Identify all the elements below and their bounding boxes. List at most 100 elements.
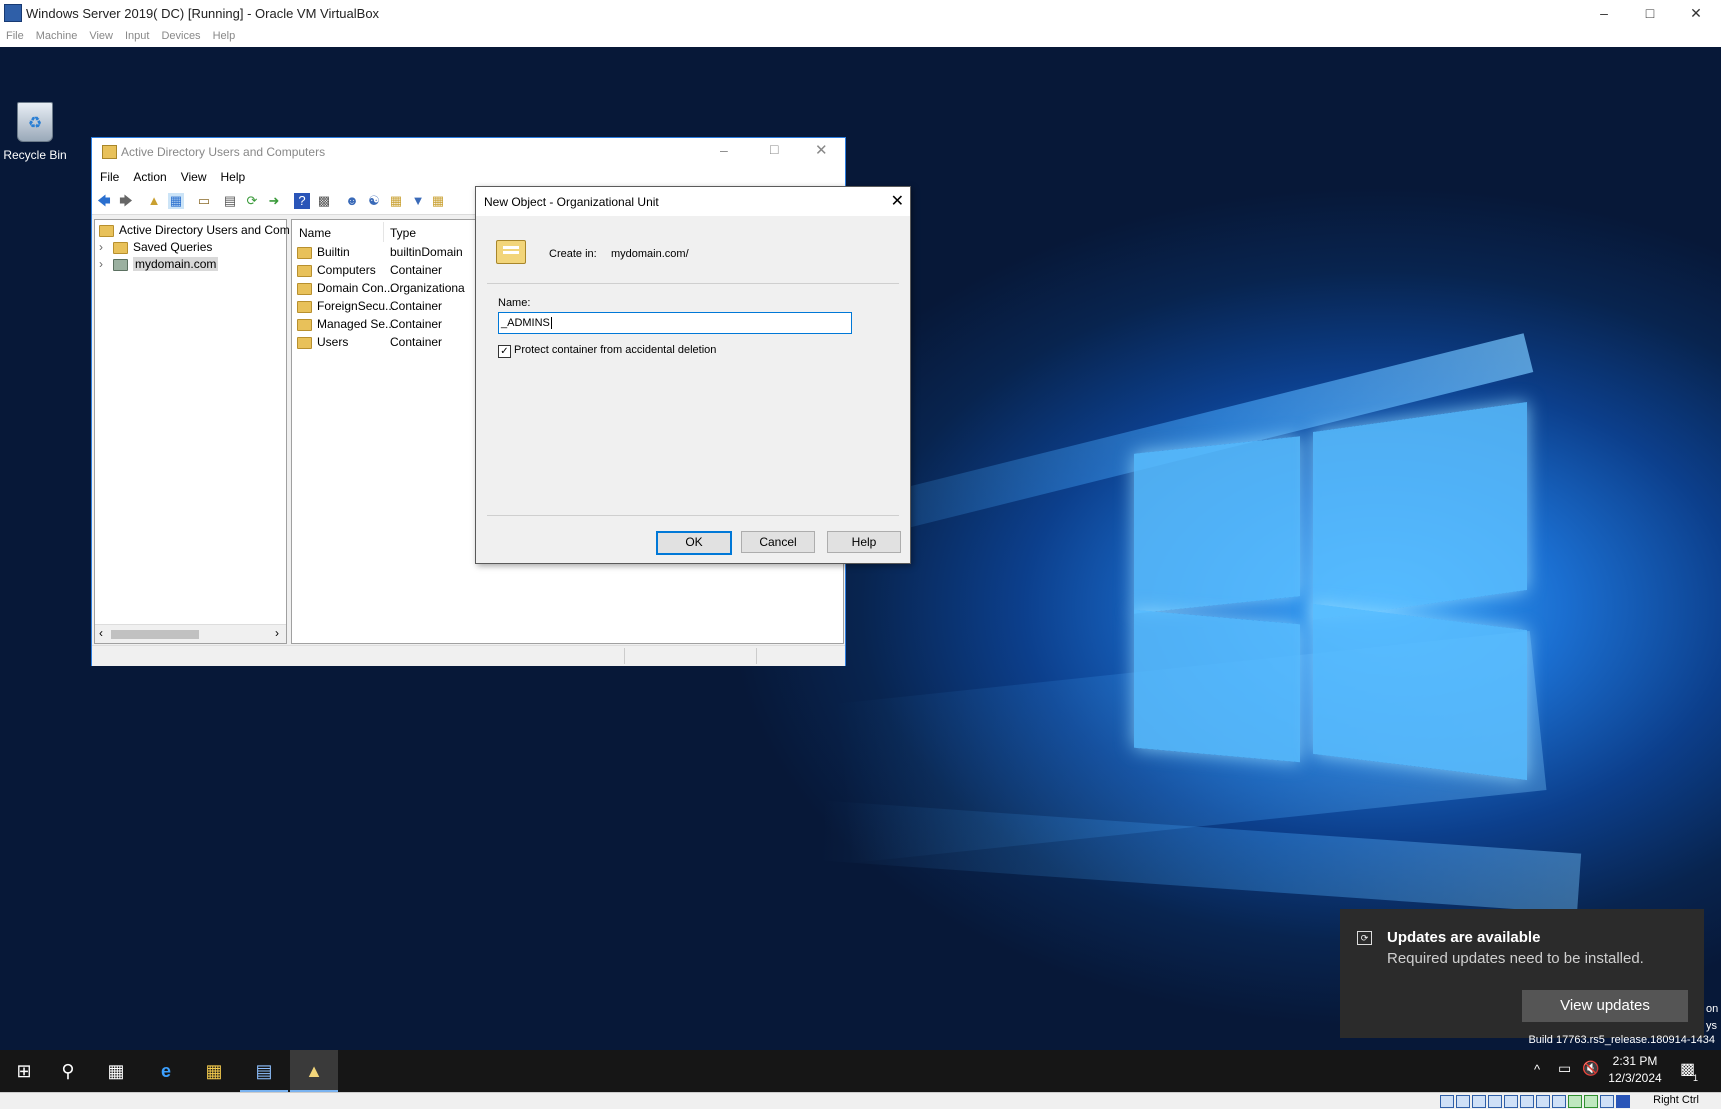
chevron-up-icon[interactable]: ^	[1534, 1062, 1540, 1077]
mouse-integration-icon[interactable]	[1584, 1095, 1598, 1108]
notification-count: 1	[1693, 1073, 1699, 1083]
file-explorer-icon[interactable]: ▦	[190, 1050, 238, 1092]
task-view-icon[interactable]: ▦	[92, 1050, 140, 1092]
vbox-menu-devices[interactable]: Devices	[155, 26, 206, 47]
vbox-menu-view[interactable]: View	[83, 26, 119, 47]
new-ou-dialog: New Object - Organizational Unit ✕ Creat…	[475, 186, 911, 564]
row-name: Users	[317, 335, 349, 349]
table-row[interactable]: Managed Se...	[297, 317, 395, 331]
audio-icon[interactable]	[1472, 1095, 1486, 1108]
console-icon[interactable]: ▩	[316, 193, 332, 209]
row-name: Builtin	[317, 245, 350, 259]
update-icon: ⟳	[1357, 931, 1372, 945]
update-notification[interactable]: ⟳ Updates are available Required updates…	[1340, 909, 1704, 1038]
windows-logo-pane	[1134, 609, 1300, 763]
protect-checkbox[interactable]: ✓	[498, 345, 511, 358]
system-clock[interactable]: 2:31 PM 12/3/2024	[1598, 1053, 1672, 1087]
new-ou-icon[interactable]: ▦	[388, 193, 404, 209]
ok-button[interactable]: OK	[656, 531, 732, 555]
row-type: Container	[390, 335, 443, 349]
help-button[interactable]: Help	[827, 531, 901, 553]
shared-folders-icon[interactable]	[1520, 1095, 1534, 1108]
clipboard-icon[interactable]: ▭	[196, 193, 212, 209]
dialog-close-icon[interactable]: ✕	[891, 191, 904, 211]
aduc-menu-help[interactable]: Help	[215, 166, 252, 188]
view-updates-button[interactable]: View updates	[1522, 990, 1688, 1022]
cancel-button[interactable]: Cancel	[741, 531, 815, 553]
recycle-bin-label: Recycle Bin	[3, 148, 67, 162]
notification-body: Required updates need to be installed.	[1387, 950, 1644, 967]
display-icon[interactable]	[1536, 1095, 1550, 1108]
table-row[interactable]: Computers	[297, 263, 376, 277]
new-user-icon[interactable]: ☻	[344, 193, 360, 209]
add-to-group-icon[interactable]: ▦	[430, 193, 446, 209]
ou-folder-icon	[496, 240, 526, 264]
forward-arrow-icon[interactable]: 🡆	[118, 193, 134, 209]
scroll-left-icon[interactable]: ‹	[99, 626, 103, 640]
clock-time: 2:31 PM	[1612, 1054, 1658, 1068]
aduc-taskbar-icon[interactable]: ▲	[290, 1050, 338, 1092]
tree-item-saved-queries[interactable]: › Saved Queries	[99, 239, 212, 256]
scroll-right-icon[interactable]: ›	[275, 626, 279, 640]
tree-scrollbar[interactable]: ‹ ›	[95, 624, 286, 643]
vbox-window-title: Windows Server 2019( DC) [Running] - Ora…	[26, 6, 380, 21]
maximize-button[interactable]: □	[1627, 0, 1673, 26]
status-divider	[756, 648, 757, 664]
table-row[interactable]: Builtin	[297, 245, 350, 259]
start-windows-icon[interactable]: ⊞	[0, 1050, 48, 1092]
aduc-minimize-button[interactable]: –	[720, 142, 728, 158]
tree-item-mydomain[interactable]: › mydomain.com	[99, 256, 219, 273]
chevron-right-icon[interactable]: ›	[99, 256, 113, 273]
back-arrow-icon[interactable]: 🡄	[96, 193, 112, 209]
refresh-icon[interactable]: ⟳	[244, 193, 260, 209]
recycle-bin[interactable]: Recycle Bin	[2, 102, 68, 162]
export-list-icon[interactable]: ➜	[266, 193, 282, 209]
optical-drive-icon[interactable]	[1456, 1095, 1470, 1108]
vbox-menu-input[interactable]: Input	[119, 26, 155, 47]
recording-icon[interactable]	[1552, 1095, 1566, 1108]
table-row[interactable]: Domain Con...	[297, 281, 394, 295]
hard-disk-icon[interactable]	[1440, 1095, 1454, 1108]
column-header-type[interactable]: Type	[390, 226, 416, 240]
close-button[interactable]: ✕	[1673, 0, 1719, 26]
vbox-menu-file[interactable]: File	[0, 26, 30, 47]
properties-icon[interactable]: ▤	[222, 193, 238, 209]
name-label: Name:	[498, 297, 531, 309]
new-group-icon[interactable]: ☯	[366, 193, 382, 209]
column-header-name[interactable]: Name	[299, 226, 331, 240]
help-icon[interactable]: ?	[294, 193, 310, 209]
vbox-menu-help[interactable]: Help	[207, 26, 242, 47]
tree-root[interactable]: Active Directory Users and Com	[99, 222, 290, 239]
row-type: builtinDomain	[390, 245, 463, 259]
up-folder-icon[interactable]: ▲	[146, 193, 162, 209]
network-adapter-icon[interactable]	[1488, 1095, 1502, 1108]
search-icon[interactable]: ⚲	[44, 1050, 92, 1092]
divider	[487, 283, 899, 284]
table-row[interactable]: ForeignSecu...	[297, 299, 395, 313]
aduc-maximize-button[interactable]: □	[770, 141, 778, 157]
host-key-icon[interactable]	[1616, 1095, 1630, 1108]
server-manager-icon[interactable]: ▤	[240, 1050, 288, 1092]
row-name: ForeignSecu...	[317, 299, 396, 313]
aduc-menu-view[interactable]: View	[175, 166, 213, 188]
row-type: Container	[390, 263, 443, 277]
show-tree-icon[interactable]: ▦	[168, 193, 184, 209]
minimize-button[interactable]: –	[1581, 0, 1627, 26]
usb-icon[interactable]	[1504, 1095, 1518, 1108]
vbox-menu-machine[interactable]: Machine	[30, 26, 84, 47]
chevron-right-icon[interactable]: ›	[99, 239, 113, 256]
filter-icon[interactable]: ▼	[410, 193, 426, 209]
network-icon[interactable]: ▭	[1558, 1060, 1571, 1077]
aduc-close-button[interactable]: ✕	[815, 141, 828, 159]
scrollbar-thumb[interactable]	[111, 630, 199, 639]
keyboard-icon[interactable]	[1600, 1095, 1614, 1108]
internet-explorer-icon[interactable]: e	[142, 1050, 190, 1092]
table-row[interactable]: Users	[297, 335, 348, 349]
ou-name-input[interactable]: _ADMINS	[498, 312, 852, 334]
windows-logo-pane	[1313, 603, 1527, 781]
aduc-menu-file[interactable]: File	[94, 166, 125, 188]
volume-muted-icon[interactable]: 🔇	[1582, 1060, 1599, 1077]
column-divider[interactable]	[383, 222, 384, 242]
aduc-menu-action[interactable]: Action	[127, 166, 172, 188]
virtualization-icon[interactable]	[1568, 1095, 1582, 1108]
